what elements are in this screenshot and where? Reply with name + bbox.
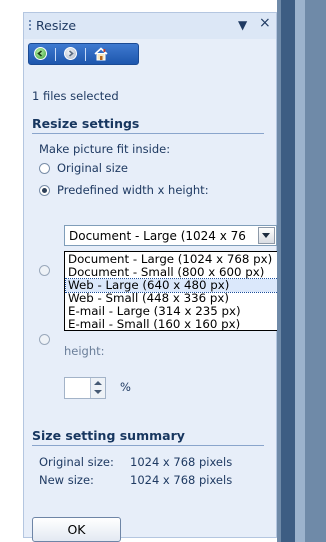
pane-header: Resize ▼ ×	[24, 13, 276, 39]
section-divider	[32, 445, 264, 446]
predefined-size-label: Predefined width x height:	[57, 183, 209, 197]
ok-button[interactable]: OK	[32, 517, 121, 542]
new-size-summary-value: 1024 x 768 pixels	[130, 473, 233, 487]
original-size-label: Original size	[57, 161, 128, 175]
original-size-radio[interactable]	[39, 163, 50, 174]
original-size-summary-label: Original size:	[39, 455, 114, 469]
stepper-down-icon[interactable]	[94, 390, 102, 394]
navigation-toolbar	[28, 43, 139, 65]
new-size-summary-label: New size:	[39, 473, 94, 487]
select-dropdown-button[interactable]	[258, 227, 275, 244]
stepper-up-icon[interactable]	[94, 381, 102, 385]
section-divider	[32, 133, 264, 134]
percentage-radio[interactable]	[39, 334, 50, 345]
fit-inside-label: Make picture fit inside:	[39, 142, 171, 156]
drag-grip-icon[interactable]	[29, 20, 31, 32]
forward-arrow-icon	[64, 47, 77, 60]
select-current-value: Document - Large (1024 x 76	[69, 229, 246, 243]
back-arrow-icon	[34, 47, 47, 60]
resize-task-pane: Resize ▼ × 1 files selected Resize setti…	[23, 12, 298, 542]
home-icon	[94, 47, 108, 61]
percent-unit-label: %	[120, 380, 131, 394]
height-label: height:	[64, 344, 105, 358]
custom-size-radio[interactable]	[39, 265, 50, 276]
pane-title: Resize	[36, 18, 77, 33]
resize-settings-heading: Resize settings	[32, 116, 140, 131]
size-option[interactable]: E-mail - Small (160 x 160 px)	[66, 318, 296, 331]
document-background	[277, 0, 326, 542]
toolbar-separator	[85, 48, 86, 61]
files-selected-status: 1 files selected	[32, 89, 119, 103]
back-button[interactable]	[32, 46, 50, 62]
toolbar-separator	[55, 48, 56, 61]
home-button[interactable]	[92, 46, 110, 62]
forward-button[interactable]	[62, 46, 80, 62]
predefined-size-select[interactable]: Document - Large (1024 x 76	[64, 225, 277, 246]
window-border	[295, 0, 305, 542]
chevron-down-icon	[262, 233, 270, 238]
predefined-size-options: Document - Large (1024 x 768 px) Documen…	[64, 251, 298, 331]
percentage-stepper[interactable]	[64, 377, 106, 399]
window-border	[281, 0, 295, 542]
close-icon[interactable]: ×	[259, 16, 271, 30]
stepper-buttons	[90, 378, 105, 398]
original-size-summary-value: 1024 x 768 pixels	[130, 455, 233, 469]
pane-menu-chevron-down-icon[interactable]: ▼	[238, 18, 247, 32]
predefined-size-radio[interactable]	[39, 185, 50, 196]
size-summary-heading: Size setting summary	[32, 428, 185, 443]
